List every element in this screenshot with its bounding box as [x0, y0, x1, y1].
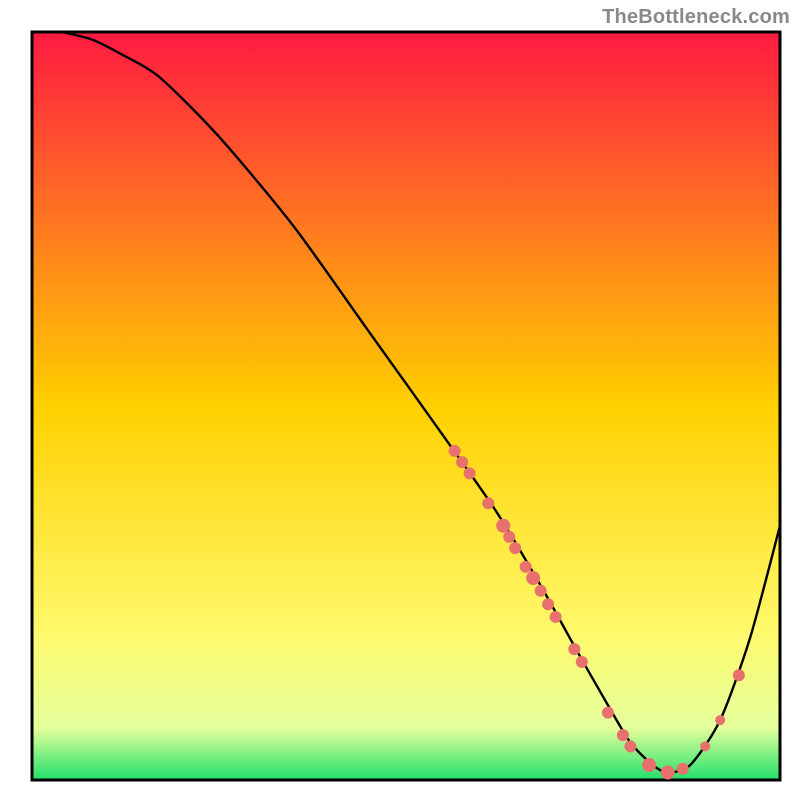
chart-background — [32, 32, 780, 780]
scatter-point — [642, 758, 656, 772]
scatter-point — [677, 763, 689, 775]
scatter-point — [700, 741, 710, 751]
scatter-point — [496, 519, 510, 533]
scatter-point — [503, 531, 515, 543]
scatter-point — [482, 497, 494, 509]
scatter-point — [464, 467, 476, 479]
scatter-point — [733, 669, 745, 681]
scatter-point — [509, 542, 521, 554]
chart-stage: TheBottleneck.com — [0, 0, 800, 800]
scatter-point — [542, 598, 554, 610]
bottleneck-chart — [0, 0, 800, 800]
scatter-point — [602, 707, 614, 719]
scatter-point — [624, 740, 636, 752]
scatter-point — [526, 571, 540, 585]
scatter-point — [715, 715, 725, 725]
scatter-point — [568, 643, 580, 655]
scatter-point — [456, 456, 468, 468]
scatter-point — [449, 445, 461, 457]
scatter-point — [661, 766, 675, 780]
scatter-point — [576, 656, 588, 668]
scatter-point — [617, 729, 629, 741]
scatter-point — [535, 585, 547, 597]
attribution-text: TheBottleneck.com — [602, 6, 790, 29]
scatter-point — [520, 561, 532, 573]
scatter-point — [550, 611, 562, 623]
